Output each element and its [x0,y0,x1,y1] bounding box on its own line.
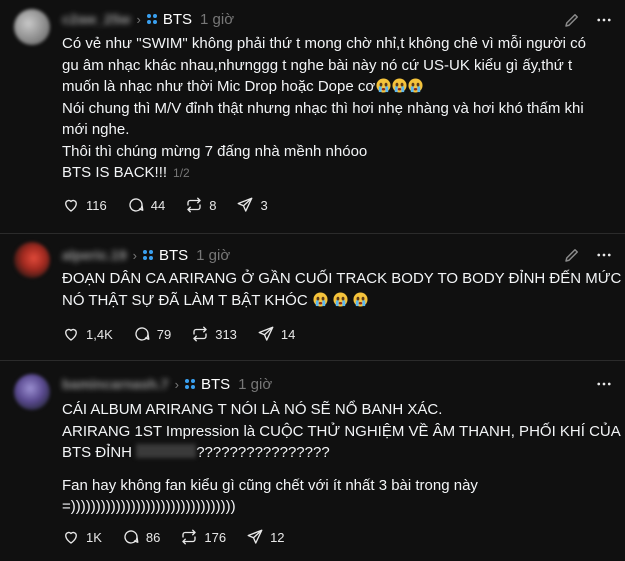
topic-link[interactable]: BTS [201,376,230,393]
post-line: Nói chung thì M/V đỉnh thật nhưng nhạc t… [62,99,584,117]
crying-emoji-icon [333,291,348,307]
comment-icon [129,198,144,212]
repost-button[interactable]: 176 [180,528,226,546]
comment-count: 79 [156,326,172,342]
post-line: Thôi thì chúng mừng 7 đấng nhà mềnh nhóo… [62,142,368,160]
post-text: Có vẻ như "SWIM" không phải thứ t mong c… [62,33,617,185]
like-button[interactable]: 1K [62,528,102,546]
blurred-text [136,444,197,458]
post-2: alperic.19 › BTS 1 giờ ĐOẠN DÂN CA ARIRA… [0,234,625,360]
heart-icon [65,199,77,212]
crying-emoji-icon [353,291,368,307]
post-line: ĐOẠN DÂN CA ARIRANG Ở GẦN CUỐI TRACK BOD… [62,270,622,287]
post-line: gu âm nhạc khác nhau,nhưnggg t nghe bài … [62,56,573,74]
comment-icon [135,327,150,341]
share-button[interactable]: 3 [236,196,268,214]
repost-icon [187,197,201,213]
post-line: BTS IS BACK!!! 1/2 [62,164,190,181]
post-action-bar: 116 44 8 3 [62,196,288,214]
topic-link[interactable]: BTS [159,247,188,264]
topic-tag-icon [142,250,153,260]
chevron-right-icon: › [132,247,137,263]
avatar[interactable] [14,374,50,410]
chevron-right-icon: › [136,11,141,27]
post-1: c2aw_25w › BTS 1 giờ Có vẻ như "SWIM" kh… [0,0,625,233]
post-line: CÁI ALBUM ARIRANG T NÓI LÀ NÓ SẼ NỔ BANH… [62,401,443,418]
topic-tag-icon [146,14,157,24]
like-count: 1K [86,529,102,545]
share-count: 3 [260,197,268,213]
carousel-pager: 1/2 [173,166,190,180]
topic-link[interactable]: BTS [163,11,192,28]
username[interactable]: bamincarnash.7 [62,376,169,392]
crying-emoji-icon [376,78,391,93]
post-time: 1 giờ [196,246,231,264]
post-header: alperic.19 › BTS 1 giờ [62,245,230,265]
topic-tag-icon [184,379,195,389]
chevron-right-icon: › [174,376,179,392]
like-count: 116 [86,197,107,213]
post-text: ĐOẠN DÂN CA ARIRANG Ở GẦN CUỐI TRACK BOD… [62,268,622,312]
post-actions-top [563,246,613,264]
crying-emoji-icon [313,291,328,307]
share-count: 12 [270,529,285,545]
post-time: 1 giờ [200,10,235,28]
heart-icon [65,328,77,341]
comment-button[interactable]: 86 [122,528,160,546]
repost-icon [182,529,197,545]
like-count: 1,4K [86,326,113,342]
username[interactable]: alperic.19 [62,247,127,263]
edit-pencil-icon[interactable] [563,11,581,29]
post-text: CÁI ALBUM ARIRANG T NÓI LÀ NÓ SẼ NỔ BANH… [62,399,621,518]
post-line: Fan hay không fan kiểu gì cũng chết với … [62,476,478,494]
send-icon [238,197,253,212]
post-actions-top [563,11,613,29]
comment-icon [124,530,139,544]
post-line: mới nghe. [62,121,130,138]
post-line: ARIRANG 1ST Impression là CUỘC THỬ NGHIỆ… [62,422,621,440]
post-line: muốn là nhạc như thời Mic Drop hoặc Dope… [62,76,617,98]
avatar[interactable] [14,9,50,45]
post-3: bamincarnash.7 › BTS 1 giờ CÁI ALBUM ARI… [0,361,625,561]
repost-count: 313 [215,326,237,342]
post-line: BTS ĐỈNH ???????????????? [62,444,330,461]
comment-count: 86 [145,529,161,545]
post-line: =))))))))))))))))))))))))))))))))) [62,498,236,515]
share-button[interactable]: 14 [257,325,295,343]
repost-button[interactable]: 313 [191,325,237,343]
like-button[interactable]: 1,4K [62,325,113,343]
avatar[interactable] [14,242,50,278]
crying-emoji-icon [408,78,423,93]
post-line: NÓ THẬT SỰ ĐÃ LÀM T BẬT KHÓC [62,290,617,312]
post-action-bar: 1K 86 176 12 [62,528,305,546]
more-options-icon[interactable] [595,375,613,393]
send-icon [258,326,274,341]
share-count: 14 [280,326,296,342]
send-icon [247,529,263,544]
post-actions-top [595,375,613,393]
like-button[interactable]: 116 [62,196,107,214]
post-header: bamincarnash.7 › BTS 1 giờ [62,374,272,394]
post-line: Có vẻ như "SWIM" không phải thứ t mong c… [62,35,587,52]
repost-icon [193,326,207,342]
repost-count: 176 [204,529,227,545]
comment-count: 44 [150,197,166,213]
comment-button[interactable]: 79 [133,325,171,343]
repost-button[interactable]: 8 [185,196,216,214]
comment-button[interactable]: 44 [127,196,165,214]
post-action-bar: 1,4K 79 313 14 [62,325,315,343]
more-options-icon[interactable] [595,246,613,264]
post-time: 1 giờ [238,375,273,393]
share-button[interactable]: 12 [246,528,285,546]
repost-count: 8 [209,197,217,213]
edit-pencil-icon[interactable] [563,246,581,264]
more-options-icon[interactable] [595,11,613,29]
username[interactable]: c2aw_25w [62,11,131,27]
heart-icon [65,531,77,544]
crying-emoji-icon [392,78,407,93]
post-header: c2aw_25w › BTS 1 giờ [62,9,234,29]
